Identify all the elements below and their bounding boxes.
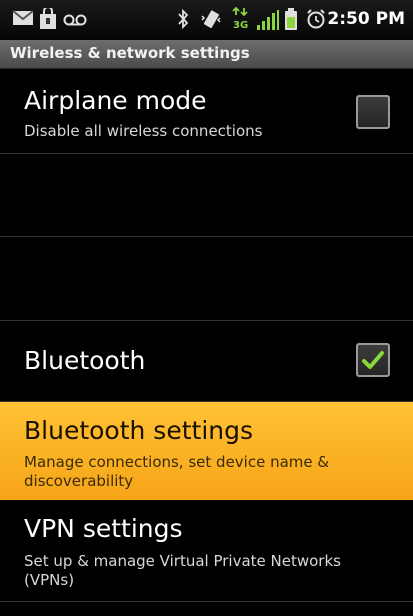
page-header: Wireless & network settings [0, 40, 413, 69]
bluetooth-icon [177, 8, 189, 33]
vpn-settings-row[interactable]: VPN settings Set up & manage Virtual Pri… [0, 501, 413, 602]
bluetooth-settings-row[interactable]: Bluetooth settings Manage connections, s… [0, 402, 413, 500]
battery-icon [284, 7, 298, 35]
page-title: Wireless & network settings [10, 44, 250, 62]
svg-text:3G: 3G [233, 20, 248, 31]
signal-icon [256, 9, 280, 35]
bluetooth-settings-subtitle: Manage connections, set device name & di… [24, 453, 330, 490]
status-bar: 3G 2:50 PM [0, 0, 413, 40]
bluetooth-title: Bluetooth [24, 346, 146, 375]
data-3g-icon: 3G [232, 6, 248, 36]
notification-icon [39, 6, 57, 34]
bluetooth-settings-title: Bluetooth settings [24, 416, 254, 445]
vpn-settings-subtitle: Set up & manage Virtual Private Networks… [24, 552, 341, 589]
status-time: 2:50 PM [327, 9, 405, 29]
airplane-mode-row[interactable]: Airplane mode Disable all wireless conne… [0, 69, 413, 154]
gmail-icon [12, 8, 34, 32]
vibrate-icon [200, 8, 222, 34]
voicemail-icon [63, 12, 87, 31]
bluetooth-checkbox[interactable] [356, 343, 390, 377]
alarm-icon [305, 8, 327, 34]
vpn-settings-title: VPN settings [24, 514, 183, 543]
empty-list-row [0, 154, 413, 237]
bluetooth-row[interactable]: Bluetooth [0, 321, 413, 402]
airplane-mode-subtitle: Disable all wireless connections [24, 122, 263, 140]
airplane-mode-title: Airplane mode [24, 86, 207, 115]
airplane-mode-checkbox[interactable] [356, 95, 390, 129]
checkmark-icon [361, 348, 385, 376]
empty-list-row [0, 237, 413, 321]
